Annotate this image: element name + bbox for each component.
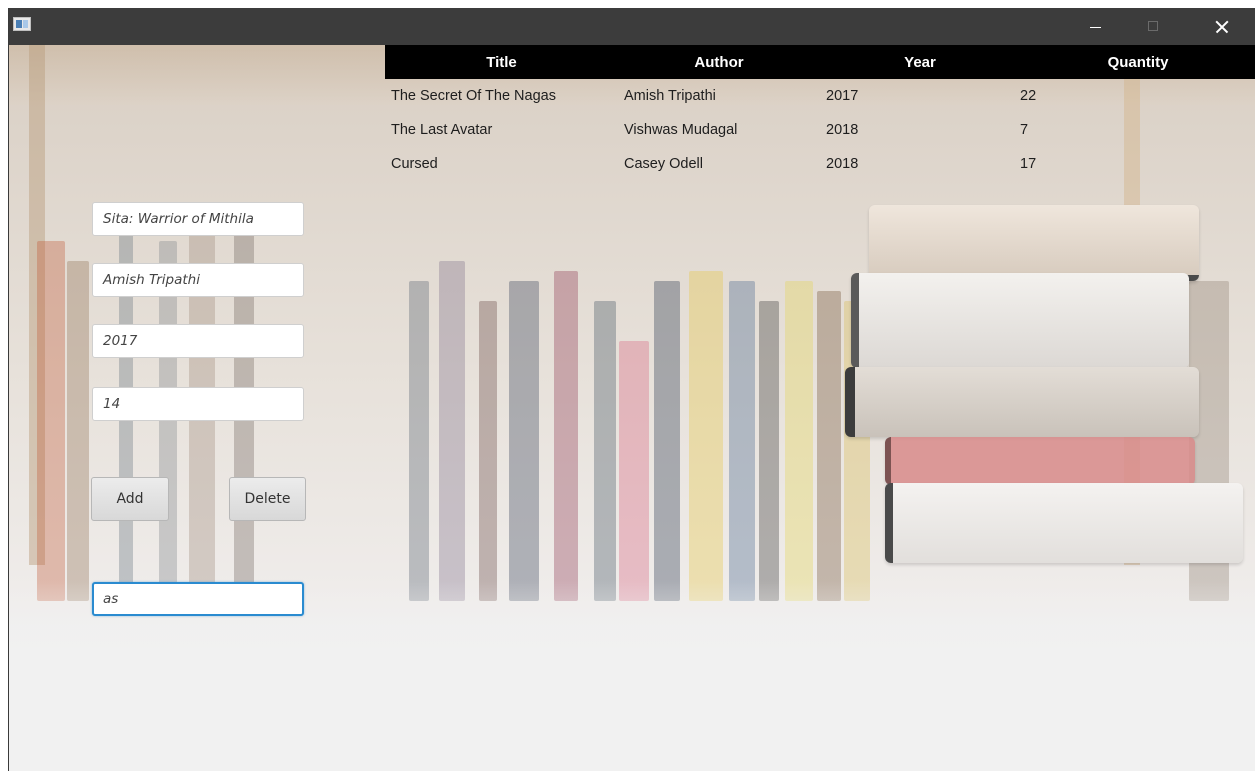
- cell-year: 2018: [826, 122, 859, 138]
- author-field[interactable]: Amish Tripathi: [92, 263, 304, 297]
- books-table: Title Author Year Quantity The Secret Of…: [385, 45, 1255, 181]
- column-header-quantity[interactable]: Quantity: [1020, 54, 1255, 71]
- table-header: Title Author Year Quantity: [385, 45, 1255, 79]
- cell-year: 2018: [826, 156, 859, 172]
- app-window-icon: [13, 17, 31, 31]
- search-input[interactable]: as: [92, 582, 304, 616]
- column-header-title[interactable]: Title: [385, 54, 618, 71]
- cell-title: The Last Avatar: [391, 122, 493, 138]
- title-field[interactable]: Sita: Warrior of Mithila: [92, 202, 304, 236]
- year-field[interactable]: 2017: [92, 324, 304, 358]
- table-row[interactable]: The Secret Of The Nagas Amish Tripathi 2…: [385, 79, 1255, 113]
- app-window: Title Author Year Quantity The Secret Of…: [8, 8, 1255, 771]
- close-icon[interactable]: [1199, 8, 1245, 45]
- add-button[interactable]: Add: [91, 477, 169, 521]
- delete-button[interactable]: Delete: [229, 477, 306, 521]
- table-row[interactable]: The Last Avatar Vishwas Mudagal 2018 7: [385, 113, 1255, 147]
- cell-quantity: 17: [1020, 156, 1037, 172]
- column-header-year[interactable]: Year: [820, 54, 1020, 71]
- title-bar[interactable]: [9, 8, 1255, 45]
- cell-author: Vishwas Mudagal: [624, 122, 738, 138]
- minimize-icon[interactable]: [1072, 8, 1118, 45]
- column-header-author[interactable]: Author: [618, 54, 820, 71]
- maximize-icon[interactable]: [1130, 8, 1176, 45]
- cell-author: Amish Tripathi: [624, 88, 716, 104]
- cell-title: Cursed: [391, 156, 438, 172]
- cell-year: 2017: [826, 88, 859, 104]
- cell-title: The Secret Of The Nagas: [391, 88, 556, 104]
- cell-author: Casey Odell: [624, 156, 703, 172]
- quantity-field[interactable]: 14: [92, 387, 304, 421]
- cell-quantity: 22: [1020, 88, 1037, 104]
- cell-quantity: 7: [1020, 122, 1029, 138]
- table-row[interactable]: Cursed Casey Odell 2018 17: [385, 147, 1255, 181]
